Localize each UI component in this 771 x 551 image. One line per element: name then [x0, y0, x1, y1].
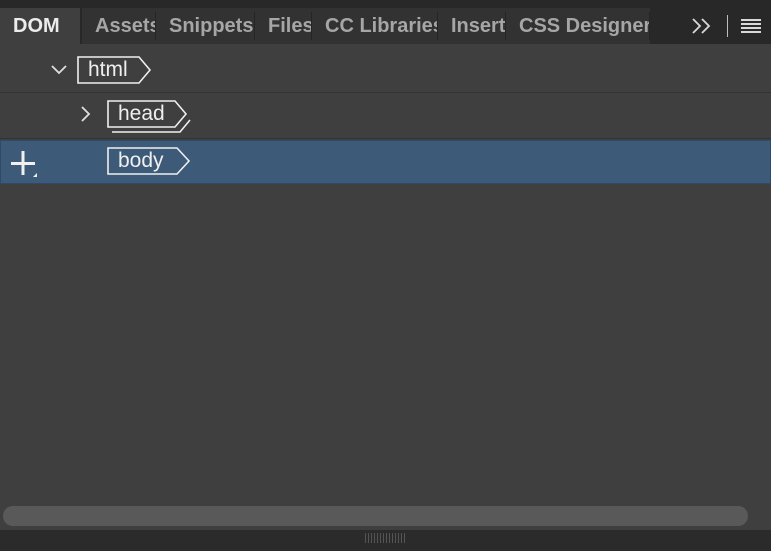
- panel-tab-bar: DOM Assets Snippets Files CC Libraries I…: [0, 0, 771, 44]
- toolbar-divider: [727, 15, 728, 37]
- tab-cc-libraries[interactable]: CC Libraries: [312, 8, 438, 44]
- head-tag-label: head: [118, 102, 165, 125]
- chevron-down-icon[interactable]: [50, 62, 68, 78]
- double-chevron-right-icon[interactable]: [688, 8, 718, 44]
- tree-row-html[interactable]: html: [0, 48, 771, 93]
- tab-label: Files: [268, 15, 312, 37]
- html-tag-label: html: [88, 58, 128, 81]
- hamburger-menu-icon[interactable]: [737, 12, 765, 40]
- tab-label: CSS Designer: [519, 15, 650, 37]
- tab-label: DOM: [13, 15, 60, 37]
- body-tag[interactable]: body: [107, 147, 192, 175]
- panel-bottom-bar: [0, 530, 771, 551]
- horizontal-scrollbar[interactable]: [0, 504, 771, 528]
- tab-css-designer[interactable]: CSS Designer: [506, 8, 650, 44]
- tree-row-head[interactable]: head: [0, 93, 771, 139]
- chevron-right-icon[interactable]: [78, 105, 92, 123]
- html-tag[interactable]: html: [77, 56, 152, 84]
- plus-icon[interactable]: [11, 151, 41, 179]
- tab-label: CC Libraries: [325, 15, 438, 37]
- tab-insert[interactable]: Insert: [438, 8, 506, 44]
- tab-label: Snippets: [169, 15, 254, 37]
- resize-grip-icon[interactable]: [365, 533, 405, 543]
- tab-files[interactable]: Files: [255, 8, 312, 44]
- body-tag-label: body: [118, 149, 164, 172]
- head-tag[interactable]: head: [107, 100, 192, 134]
- tab-dom[interactable]: DOM: [0, 8, 80, 44]
- tab-label: Insert: [451, 15, 506, 37]
- tab-assets[interactable]: Assets: [82, 8, 156, 44]
- tree-row-body[interactable]: body: [0, 140, 771, 184]
- tab-snippets[interactable]: Snippets: [156, 8, 255, 44]
- scrollbar-thumb[interactable]: [3, 506, 748, 526]
- tab-label: Assets: [95, 15, 156, 37]
